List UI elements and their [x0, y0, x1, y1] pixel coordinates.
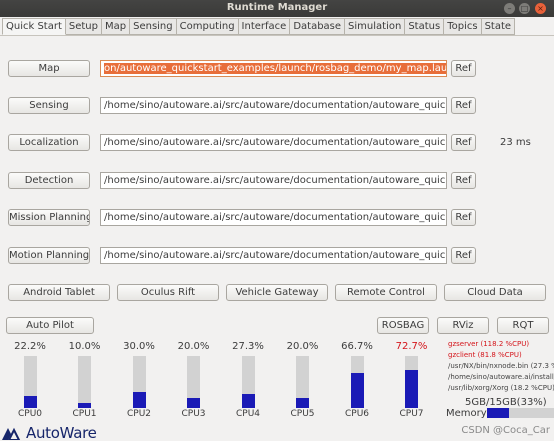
auto-pilot-button[interactable]: Auto Pilot [6, 317, 94, 334]
title-bar: Runtime Manager – □ × [0, 0, 554, 17]
cpu-meter [241, 356, 255, 408]
tab-divider [0, 35, 554, 36]
cpu-meter-fill [405, 370, 418, 408]
process-item: /usr/lib/xorg/Xorg (18.2 %CPU) [448, 384, 554, 392]
cpu-label: CPU2 [126, 409, 152, 419]
memory-label: Memory [446, 408, 487, 419]
tab-state[interactable]: State [481, 18, 516, 35]
autoware-logo-icon [2, 427, 21, 440]
watermark: CSDN @Coca_Car [461, 425, 550, 436]
tab-quick-start[interactable]: Quick Start [2, 18, 66, 35]
cpu-label: CPU6 [344, 409, 370, 419]
cpu-percent: 22.2% [14, 341, 46, 352]
tab-computing[interactable]: Computing [176, 18, 239, 35]
mission-planning-path-text: /home/sino/autoware.ai/src/autoware/docu… [104, 212, 447, 223]
memory-meter [487, 408, 554, 418]
cpu-meter [78, 356, 91, 408]
localization-path-text: /home/sino/autoware.ai/src/autoware/docu… [104, 137, 447, 148]
cpu-label: CPU5 [290, 409, 315, 419]
motion-planning-ref-button[interactable]: Ref [451, 247, 476, 264]
tab-sensing[interactable]: Sensing [130, 18, 177, 35]
localization-button[interactable]: Localization [8, 134, 90, 151]
cpu-meter-fill [296, 397, 309, 408]
cpu-percent: 72.7% [395, 341, 428, 352]
cpu-meter-fill [241, 393, 255, 408]
process-item: /home/sino/autoware.ai/install/ [448, 373, 554, 381]
tab-bar: Quick Start Setup Map Sensing Computing Inter… [2, 18, 516, 35]
process-item: gzserver (118.2 %CPU) [448, 340, 530, 348]
cpu-meter [296, 356, 309, 408]
cpu-meter-fill [78, 402, 91, 408]
rosbag-button[interactable]: ROSBAG [377, 317, 429, 334]
cpu-percent: 27.3% [232, 341, 264, 352]
cpu-label: CPU1 [72, 409, 97, 419]
autoware-logo-text: AutoWare [26, 424, 97, 441]
window-title: Runtime Manager [226, 2, 328, 13]
sensing-button[interactable]: Sensing [8, 97, 90, 114]
sensing-ref-button[interactable]: Ref [451, 97, 476, 114]
cpu-label: CPU0 [17, 409, 43, 419]
cpu-percent: 20.0% [177, 341, 210, 352]
localization-latency: 23 ms [500, 137, 531, 148]
detection-path-input[interactable]: /home/sino/autoware.ai/src/autoware/docu… [100, 172, 447, 189]
android-tablet-button[interactable]: Android Tablet [8, 284, 110, 301]
map-path-text: on/autoware_quickstart_examples/launch/r… [104, 63, 446, 74]
detection-path-text: /home/sino/autoware.ai/src/autoware/docu… [104, 175, 447, 186]
localization-ref-button[interactable]: Ref [451, 134, 476, 151]
tab-setup[interactable]: Setup [65, 18, 102, 35]
cpu-meter [132, 356, 146, 408]
memory-fill [487, 408, 510, 418]
tab-simulation[interactable]: Simulation [345, 18, 406, 35]
cpu-meter-fill [187, 397, 200, 408]
close-icon[interactable]: × [535, 3, 546, 14]
map-button[interactable]: Map [8, 60, 90, 77]
sensing-path-text: /home/sino/autoware.ai/src/autoware/docu… [104, 100, 447, 111]
minimize-icon[interactable]: – [504, 3, 515, 14]
cpu-label: CPU4 [235, 409, 261, 419]
cpu-meter [23, 356, 37, 408]
cpu-meter-fill [350, 373, 364, 408]
tab-map[interactable]: Map [102, 18, 131, 35]
motion-planning-path-text: /home/sino/autoware.ai/src/autoware/docu… [104, 250, 447, 261]
map-path-input[interactable]: on/autoware_quickstart_examples/launch/r… [100, 60, 447, 77]
process-item: /usr/NX/bin/nxnode.bin (27.3 % [448, 362, 554, 370]
motion-planning-path-input[interactable]: /home/sino/autoware.ai/src/autoware/docu… [100, 247, 447, 264]
vehicle-gateway-button[interactable]: Vehicle Gateway [226, 284, 328, 301]
rviz-button[interactable]: RViz [437, 317, 489, 334]
cpu-percent: 30.0% [123, 341, 155, 352]
mission-planning-button[interactable]: Mission Planning [8, 209, 90, 226]
motion-planning-button[interactable]: Motion Planning [8, 247, 90, 264]
cpu-meter [187, 356, 200, 408]
tab-interface[interactable]: Interface [238, 18, 291, 35]
cpu-label: CPU7 [399, 409, 424, 419]
detection-ref-button[interactable]: Ref [451, 172, 476, 189]
cpu-label: CPU3 [181, 409, 206, 419]
cpu-percent: 20.0% [286, 341, 319, 352]
sensing-path-input[interactable]: /home/sino/autoware.ai/src/autoware/docu… [100, 97, 447, 114]
oculus-rift-button[interactable]: Oculus Rift [117, 284, 219, 301]
tab-database[interactable]: Database [290, 18, 346, 35]
cloud-data-button[interactable]: Cloud Data [444, 284, 546, 301]
maximize-icon[interactable]: □ [519, 3, 530, 14]
cpu-meter-fill [132, 392, 146, 408]
cpu-percent: 10.0% [68, 341, 101, 352]
rqt-button[interactable]: RQT [497, 317, 549, 334]
cpu-meter-fill [23, 396, 37, 408]
detection-button[interactable]: Detection [8, 172, 90, 189]
process-item: gzclient (81.8 %CPU) [448, 351, 522, 359]
cpu-meter [350, 356, 364, 408]
mission-planning-path-input[interactable]: /home/sino/autoware.ai/src/autoware/docu… [100, 209, 447, 226]
remote-control-button[interactable]: Remote Control [335, 284, 437, 301]
localization-path-input[interactable]: /home/sino/autoware.ai/src/autoware/docu… [100, 134, 447, 151]
tab-topics[interactable]: Topics [444, 18, 482, 35]
map-ref-button[interactable]: Ref [451, 60, 476, 77]
cpu-meter [405, 356, 418, 408]
autoware-logo: AutoWare [2, 424, 97, 441]
memory-value: 5GB/15GB(33%) [465, 397, 547, 408]
cpu-percent: 66.7% [341, 341, 373, 352]
mission-planning-ref-button[interactable]: Ref [451, 209, 476, 226]
tab-status[interactable]: Status [405, 18, 445, 35]
